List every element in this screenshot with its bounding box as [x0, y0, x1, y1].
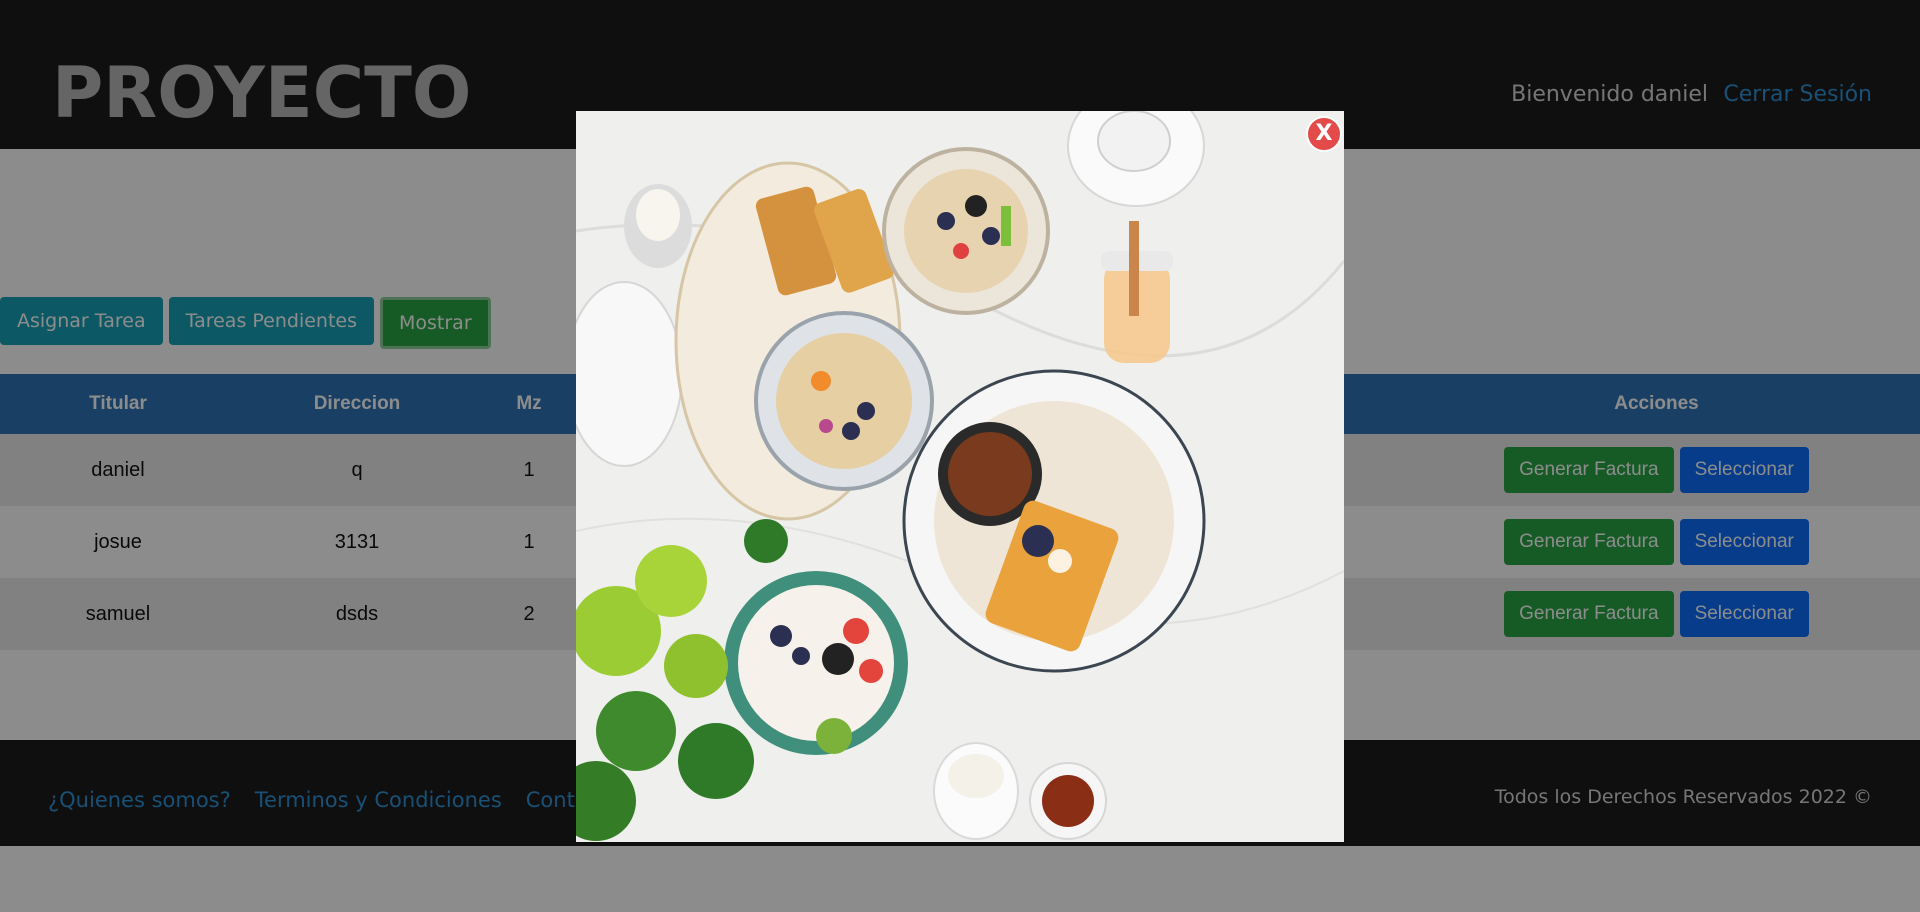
breakfast-food-photo: [576, 111, 1344, 842]
page: PROYECTO Bienvenido daniel Cerrar Sesión…: [0, 0, 1920, 912]
close-modal-button[interactable]: X: [1306, 116, 1342, 152]
image-modal: [576, 111, 1344, 842]
